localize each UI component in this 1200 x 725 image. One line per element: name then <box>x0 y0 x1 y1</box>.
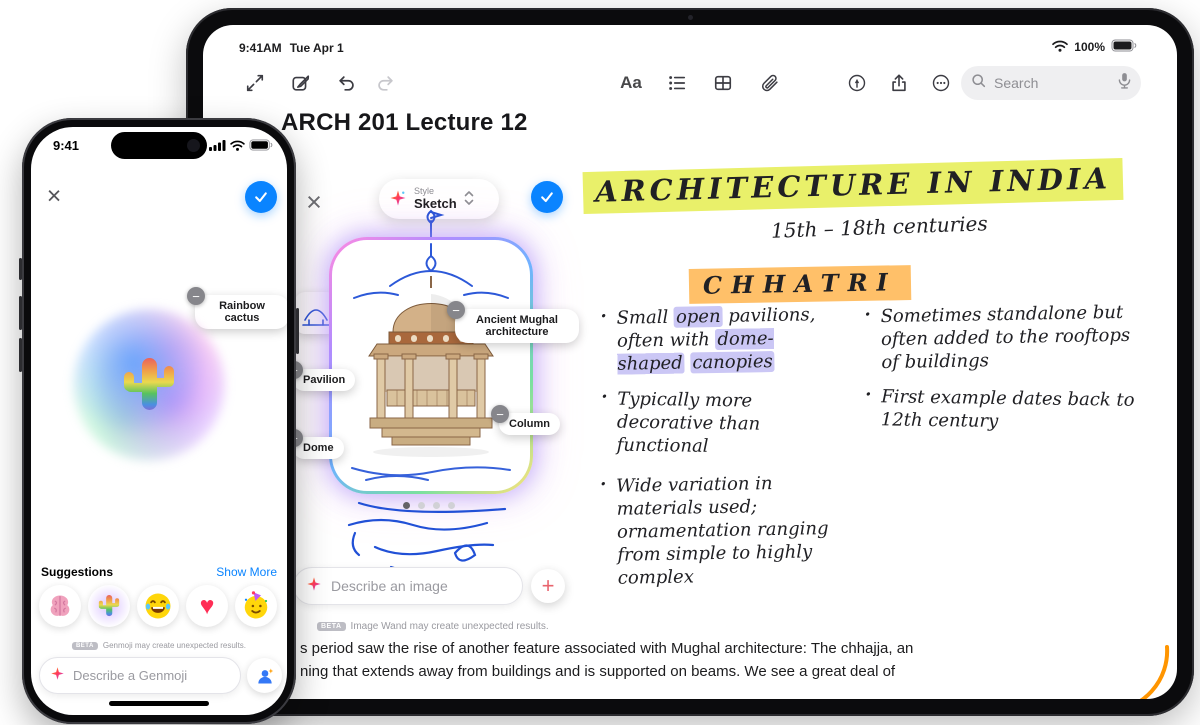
tag-rainbow-cactus[interactable]: − Rainbow cactus <box>187 287 287 329</box>
rainbow-cactus-emoji <box>117 353 181 422</box>
status-time: 9:41AM <box>239 41 282 55</box>
wifi-icon <box>1052 40 1069 55</box>
microphone-icon[interactable] <box>1118 72 1131 94</box>
ipad-device: 9:41AM Tue Apr 1 100% Aa Search ARCH 201… <box>186 8 1194 716</box>
battery-percent: 100% <box>1074 40 1105 54</box>
phone-status-bar: 9:41 <box>31 127 287 161</box>
remove-icon[interactable]: − <box>491 405 509 423</box>
handwritten-notes-right-column: · Sometimes standalone but often added to… <box>864 301 1135 433</box>
avatar-button[interactable] <box>247 658 282 693</box>
compose-icon[interactable] <box>285 67 317 99</box>
decorative-orange-curve <box>1103 643 1171 699</box>
dynamic-island <box>111 132 207 159</box>
confirm-image-button[interactable] <box>531 181 563 213</box>
handwritten-notes-left-column: · Small open pavilions, often with dome-s… <box>599 304 829 590</box>
sparkle-icon <box>306 576 322 597</box>
generated-image-card[interactable] <box>329 237 533 494</box>
suggestions-label: Suggestions <box>41 565 114 579</box>
red-heart-emoji[interactable]: ♥ <box>186 585 228 627</box>
describe-image-field[interactable] <box>293 567 523 605</box>
close-icon[interactable]: × <box>299 187 329 217</box>
status-date: Tue Apr 1 <box>289 41 344 55</box>
collapse-arrows-icon[interactable] <box>239 67 271 99</box>
markup-pencil-icon[interactable] <box>841 67 873 99</box>
attachment-icon[interactable] <box>753 67 785 99</box>
image-wand-beta-note: BETA Image Wand may create unexpected re… <box>317 621 549 632</box>
tag-pavilion[interactable]: − Pavilion <box>285 361 356 391</box>
iphone-device: 9:41 × − Rainbow cactus Suggestions Show… <box>19 118 299 724</box>
confirm-genmoji-button[interactable] <box>245 181 277 213</box>
search-field[interactable] <box>961 66 1141 100</box>
beta-badge: BETA <box>317 622 346 631</box>
volume-up-button <box>19 296 22 330</box>
beta-text: Genmoji may create unexpected results. <box>102 641 247 650</box>
action-button <box>19 258 22 280</box>
rainbow-cactus-emoji[interactable] <box>88 585 130 627</box>
describe-image-input[interactable] <box>329 577 510 595</box>
ipad-screen: 9:41AM Tue Apr 1 100% Aa Search ARCH 201… <box>203 25 1177 699</box>
remove-icon[interactable]: − <box>187 287 205 305</box>
front-camera <box>688 15 693 20</box>
tag-label: Column <box>509 418 550 430</box>
search-icon <box>971 73 986 93</box>
cell-signal-icon <box>209 138 226 156</box>
genmoji-beta-note: BETA Genmoji may create unexpected resul… <box>71 641 247 650</box>
undo-icon[interactable] <box>331 67 363 99</box>
page-dot[interactable] <box>403 502 410 509</box>
checklist-icon[interactable] <box>661 67 693 99</box>
battery-icon <box>249 138 273 156</box>
wifi-icon <box>230 138 245 156</box>
remove-icon[interactable]: − <box>447 301 465 319</box>
more-options-icon[interactable] <box>925 67 957 99</box>
describe-genmoji-field[interactable] <box>39 657 241 694</box>
page-dot[interactable] <box>433 502 440 509</box>
handwritten-topic: CHHATRI <box>688 265 912 304</box>
show-more-link[interactable]: Show More <box>216 565 277 579</box>
side-button <box>296 308 299 354</box>
party-face-emoji[interactable] <box>235 585 277 627</box>
suggestion-row: ♥ <box>39 585 277 627</box>
brain-emoji[interactable] <box>39 585 81 627</box>
tag-ancient-mughal-architecture[interactable]: − Ancient Mughal architecture <box>447 301 579 343</box>
beta-text: Image Wand may create unexpected results… <box>350 621 549 632</box>
page-dot[interactable] <box>448 502 455 509</box>
tag-dome[interactable]: − Dome <box>285 429 344 459</box>
beta-badge: BETA <box>71 641 98 650</box>
text-format-button[interactable]: Aa <box>615 67 647 99</box>
tag-label: Dome <box>303 442 334 454</box>
close-icon[interactable]: × <box>39 181 69 211</box>
note-body-line: ning that extends away from buildings an… <box>300 663 896 680</box>
share-icon[interactable] <box>883 67 915 99</box>
home-indicator[interactable] <box>109 701 209 706</box>
tag-label: Ancient Mughal architecture <box>476 314 558 338</box>
handwritten-subheading: 15th – 18th centuries <box>770 211 989 243</box>
handwritten-heading: ARCHITECTURE IN INDIA <box>582 157 1124 215</box>
tag-column[interactable]: − Column <box>491 405 560 435</box>
page-dots <box>403 502 455 509</box>
battery-icon <box>1111 39 1137 55</box>
tablet-status-bar: 9:41AM Tue Apr 1 100% <box>203 39 1177 57</box>
screenshot-stage: 9:41AM Tue Apr 1 100% Aa Search ARCH 201… <box>0 0 1200 725</box>
chevron-up-down-icon <box>464 190 474 209</box>
volume-down-button <box>19 338 22 372</box>
iphone-screen: 9:41 × − Rainbow cactus Suggestions Show… <box>31 127 287 715</box>
note-body: s period saw the rise of another feature… <box>300 637 1130 683</box>
tag-label: Rainbow cactus <box>219 300 265 324</box>
sparkle-icon <box>50 666 65 686</box>
search-input[interactable] <box>992 74 1112 92</box>
note-title: ARCH 201 Lecture 12 <box>281 109 528 136</box>
add-icon[interactable]: + <box>531 569 565 603</box>
describe-genmoji-input[interactable] <box>71 667 230 684</box>
camera-lens <box>187 139 200 152</box>
redo-icon[interactable] <box>369 67 401 99</box>
status-time: 9:41 <box>53 138 80 153</box>
tag-label: Pavilion <box>303 374 346 386</box>
generated-image <box>332 240 530 491</box>
page-dot[interactable] <box>418 502 425 509</box>
table-icon[interactable] <box>707 67 739 99</box>
note-body-line: s period saw the rise of another feature… <box>300 640 914 657</box>
laughing-crying-emoji[interactable] <box>137 585 179 627</box>
